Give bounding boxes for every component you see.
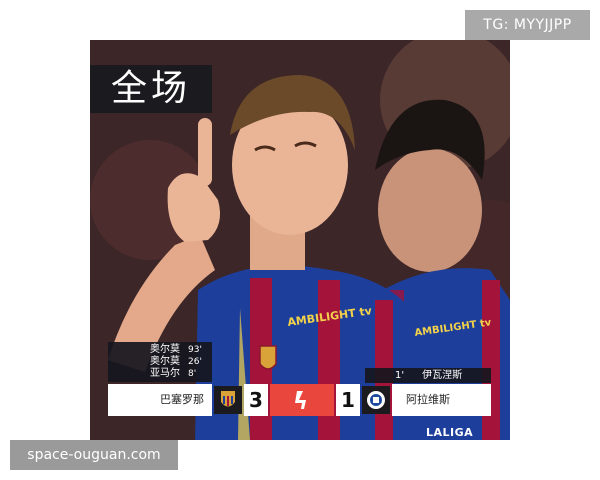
scorer-name: 亚马尔 — [150, 368, 180, 379]
home-scorer-row: 亚马尔 8' — [108, 368, 206, 380]
laliga-logo-icon — [270, 384, 334, 416]
home-team-name: 巴塞罗那 — [108, 384, 212, 416]
scorer-name: 奥尔莫 — [150, 344, 180, 355]
away-team-name: 阿拉维斯 — [392, 384, 491, 416]
away-score: 1 — [336, 384, 360, 416]
scorer-minute: 8' — [188, 369, 197, 379]
home-scorer-row: 奥尔莫 93' — [108, 344, 206, 356]
league-name: LALIGA — [426, 426, 474, 439]
alaves-crest-icon — [362, 386, 390, 414]
scorer-name: 奥尔莫 — [150, 356, 180, 367]
barcelona-crest-icon — [214, 386, 242, 414]
full-time-title: 全场 — [90, 65, 212, 113]
scorer-name: 伊瓦涅斯 — [422, 370, 463, 381]
match-result-card: AMBILIGHT tv AMBILIGHT tv 全场 奥尔莫 93' 奥尔莫… — [90, 40, 510, 440]
away-scorers-box: 1' 伊瓦涅斯 — [365, 368, 491, 383]
home-score: 3 — [244, 384, 268, 416]
site-watermark: space-ouguan.com — [10, 440, 178, 470]
home-scorers-box: 奥尔莫 93' 奥尔莫 26' 亚马尔 8' — [108, 342, 212, 382]
score-bar: 巴塞罗那 3 1 阿拉维斯 — [108, 384, 491, 416]
scorer-minute: 1' — [395, 370, 405, 381]
tg-watermark: TG: MYYJJPP — [465, 10, 590, 40]
scorer-minute: 93' — [188, 345, 202, 355]
scorer-minute: 26' — [188, 357, 202, 367]
home-scorer-row: 奥尔莫 26' — [108, 356, 206, 368]
